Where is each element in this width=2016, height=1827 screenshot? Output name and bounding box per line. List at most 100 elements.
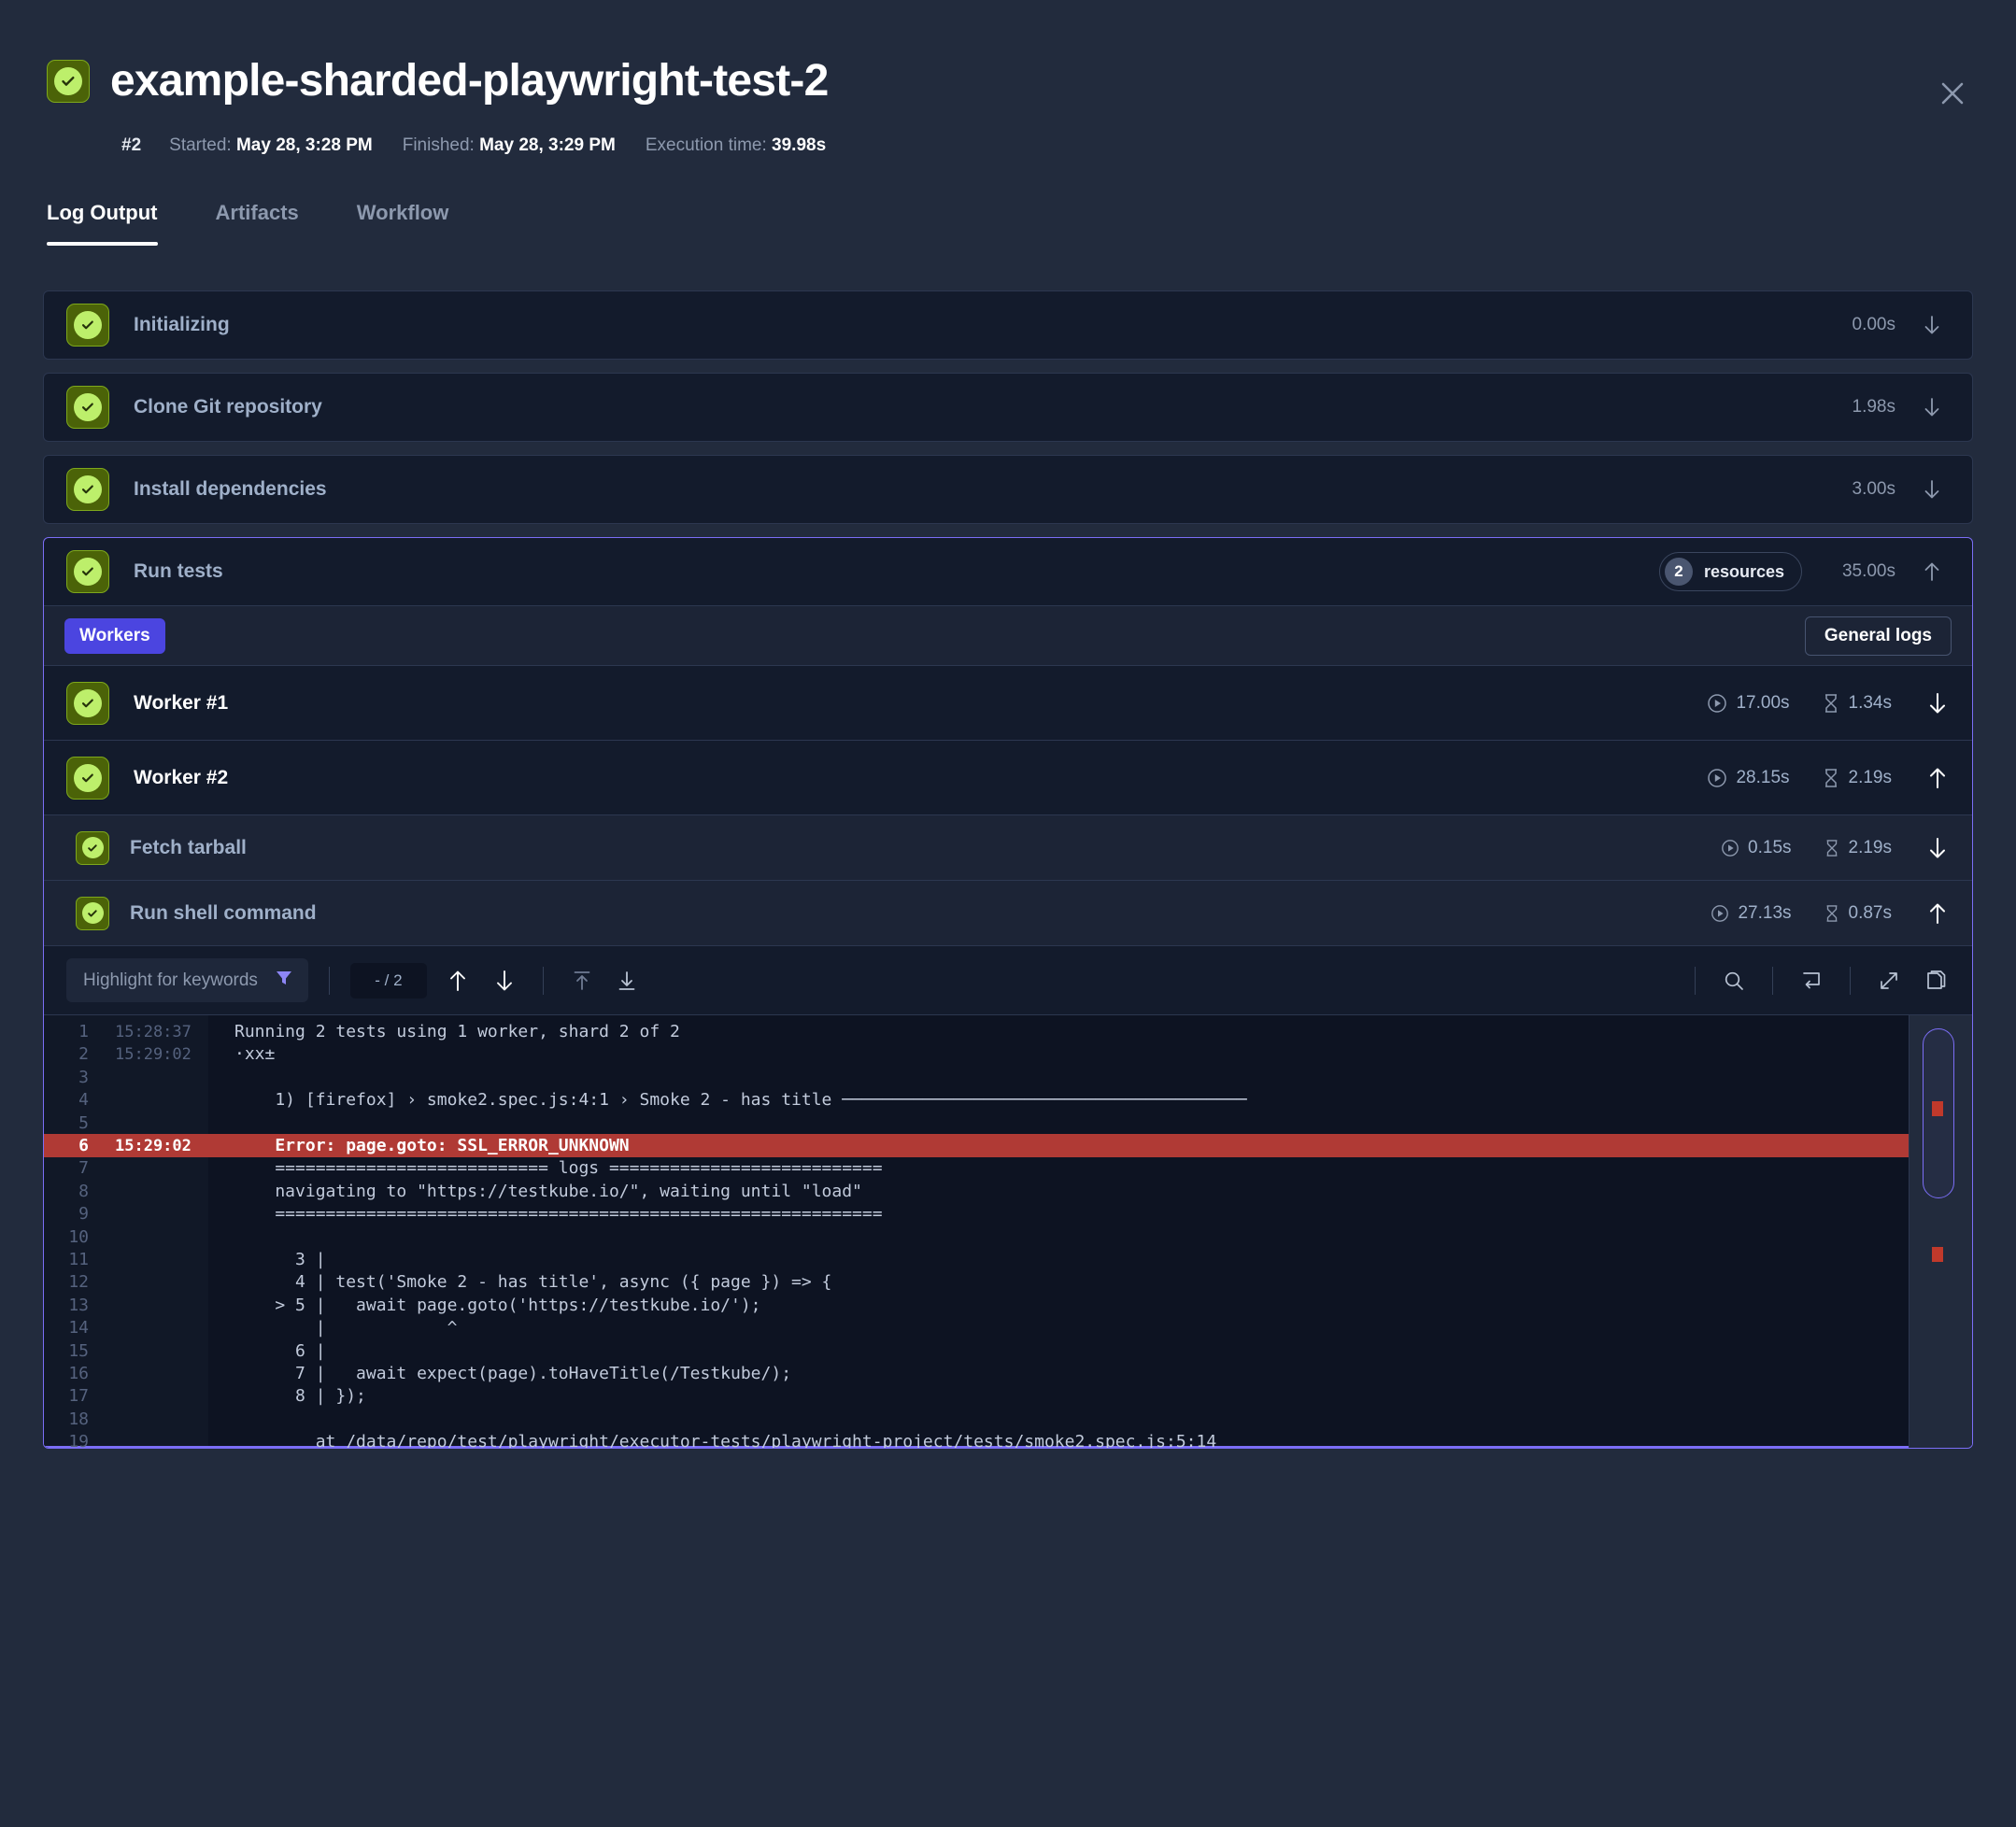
run-number: #2 bbox=[121, 135, 142, 156]
page-title: example-sharded-playwright-test-2 bbox=[110, 56, 829, 106]
log-toolbar-right bbox=[1674, 963, 1953, 998]
started-meta: Started: May 28, 3:28 PM bbox=[169, 136, 373, 154]
chevron-down-icon[interactable] bbox=[1920, 479, 1944, 500]
substep-queue-time-value: 2.19s bbox=[1848, 837, 1892, 857]
copy-icon[interactable] bbox=[1918, 963, 1953, 998]
worker-subrow-fetch-tarball[interactable]: Fetch tarball 0.15s 2.19s bbox=[44, 814, 1972, 881]
general-logs-button[interactable]: General logs bbox=[1804, 616, 1952, 656]
log-error-marker[interactable] bbox=[1932, 1101, 1943, 1117]
step-meta: 0.00s bbox=[1826, 315, 1944, 335]
substep-run-time-value: 27.13s bbox=[1738, 902, 1792, 923]
step-duration: 1.98s bbox=[1852, 397, 1895, 418]
log-scrollbar[interactable] bbox=[1909, 1015, 1972, 1449]
substep-run-time: 27.13s bbox=[1711, 902, 1792, 924]
log-line-timestamp: 15:28:37 bbox=[115, 1022, 192, 1041]
close-icon[interactable] bbox=[1932, 73, 1973, 114]
run-header: example-sharded-playwright-test-2 #2 Sta… bbox=[0, 0, 2016, 154]
log-line-text: 7 | await expect(page).toHaveTitle(/Test… bbox=[234, 1363, 792, 1383]
chevron-up-icon[interactable] bbox=[1920, 561, 1944, 582]
execution-time-value: 39.98s bbox=[772, 135, 827, 156]
worker-run-time-value: 28.15s bbox=[1736, 767, 1790, 787]
step-clone-git-repository[interactable]: Clone Git repository 1.98s bbox=[43, 373, 1973, 443]
log-line: 11 3 | bbox=[44, 1248, 1972, 1270]
log-line: 13 > 5 | await page.goto('https://testku… bbox=[44, 1294, 1972, 1316]
resources-badge[interactable]: 2 resources bbox=[1658, 552, 1802, 592]
worker-run-time: 28.15s bbox=[1707, 767, 1790, 788]
substep-run-time-value: 0.15s bbox=[1748, 837, 1792, 857]
substep-metrics: 0.15s 2.19s bbox=[1721, 838, 1892, 858]
search-icon[interactable] bbox=[1716, 963, 1752, 998]
check-circle-icon bbox=[54, 67, 82, 96]
step-header[interactable]: Run tests 2 resources 35.00s bbox=[44, 538, 1972, 605]
log-error-marker[interactable] bbox=[1932, 1247, 1943, 1263]
log-line: 18 bbox=[44, 1408, 1972, 1430]
step-header[interactable]: Install dependencies 3.00s bbox=[44, 456, 1972, 523]
log-toolbar-left: Highlight for keywords - / 2 bbox=[66, 958, 645, 1003]
toolbar-divider bbox=[1772, 966, 1773, 995]
log-line: 2 15:29:02 ·xx± bbox=[44, 1043, 1972, 1066]
log-line-text: Running 2 tests using 1 worker, shard 2 … bbox=[234, 1022, 680, 1042]
highlight-keywords-input[interactable]: Highlight for keywords bbox=[66, 958, 308, 1003]
step-status-icon bbox=[66, 550, 109, 594]
tab-log-output[interactable]: Log Output bbox=[47, 201, 158, 247]
arrow-up-icon[interactable] bbox=[440, 963, 476, 998]
log-line-number: 11 bbox=[68, 1249, 89, 1269]
step-meta: 2 resources 35.00s bbox=[1658, 552, 1944, 592]
worker-metrics: 28.15s 2.19s bbox=[1707, 768, 1892, 788]
step-initializing[interactable]: Initializing 0.00s bbox=[43, 290, 1973, 361]
log-line-text: navigating to "https://testkube.io/", wa… bbox=[234, 1181, 862, 1201]
hourglass-icon bbox=[1824, 694, 1837, 713]
expand-fullscreen-icon[interactable] bbox=[1871, 963, 1907, 998]
log-toolbar: Highlight for keywords - / 2 bbox=[44, 945, 1972, 1015]
toolbar-divider bbox=[1850, 966, 1851, 995]
started-label: Started: bbox=[169, 135, 232, 156]
scroll-to-bottom-icon[interactable] bbox=[609, 963, 645, 998]
log-line-number: 16 bbox=[68, 1363, 89, 1383]
log-line: 16 7 | await expect(page).toHaveTitle(/T… bbox=[44, 1362, 1972, 1384]
workers-pill[interactable]: Workers bbox=[64, 617, 165, 654]
step-header[interactable]: Initializing 0.00s bbox=[44, 291, 1972, 359]
log-line-number: 18 bbox=[68, 1409, 89, 1429]
check-circle-icon bbox=[74, 393, 102, 422]
log-line-text: 3 | bbox=[234, 1249, 326, 1269]
arrow-down-icon[interactable] bbox=[487, 963, 522, 998]
log-line: 19 at /data/repo/test/playwright/executo… bbox=[44, 1430, 1972, 1448]
chevron-down-icon[interactable] bbox=[1924, 692, 1952, 715]
chevron-down-icon[interactable] bbox=[1920, 397, 1944, 418]
worker-status-icon bbox=[66, 681, 109, 725]
chevron-down-icon[interactable] bbox=[1924, 837, 1952, 859]
match-counter[interactable]: - / 2 bbox=[349, 962, 427, 998]
step-duration: 35.00s bbox=[1841, 561, 1895, 582]
play-circle-icon bbox=[1708, 769, 1727, 787]
chevron-up-icon[interactable] bbox=[1924, 902, 1952, 925]
step-run-tests[interactable]: Run tests 2 resources 35.00s Workers Gen… bbox=[43, 537, 1973, 1450]
chevron-up-icon[interactable] bbox=[1924, 767, 1952, 789]
worker-subrow-run-shell-command[interactable]: Run shell command 27.13s 0.87s bbox=[44, 880, 1972, 946]
log-line-number: 17 bbox=[68, 1386, 89, 1407]
substep-queue-time-value: 0.87s bbox=[1848, 902, 1892, 923]
worker-metrics: 17.00s 1.34s bbox=[1707, 693, 1892, 714]
step-status-icon bbox=[66, 304, 109, 347]
scroll-to-top-icon[interactable] bbox=[564, 963, 600, 998]
step-install-dependencies[interactable]: Install dependencies 3.00s bbox=[43, 455, 1973, 525]
check-circle-icon bbox=[74, 311, 102, 340]
chevron-down-icon[interactable] bbox=[1920, 315, 1944, 335]
hourglass-icon bbox=[1824, 769, 1837, 787]
wrap-lines-icon[interactable] bbox=[1794, 963, 1829, 998]
step-label: Initializing bbox=[134, 314, 230, 336]
log-line: 14 | ^ bbox=[44, 1316, 1972, 1338]
step-header[interactable]: Clone Git repository 1.98s bbox=[44, 374, 1972, 441]
tab-artifacts[interactable]: Artifacts bbox=[216, 201, 299, 246]
worker-row-2[interactable]: Worker #2 28.15s 2.19s bbox=[44, 740, 1972, 815]
log-line-text: > 5 | await page.goto('https://testkube.… bbox=[234, 1295, 761, 1315]
check-circle-icon bbox=[74, 763, 102, 792]
worker-status-icon bbox=[66, 756, 109, 800]
filter-icon[interactable] bbox=[275, 969, 293, 992]
log-lines: 1 15:28:37 Running 2 tests using 1 worker,… bbox=[44, 1015, 1972, 1448]
log-line-number: 5 bbox=[78, 1112, 89, 1133]
tab-workflow[interactable]: Workflow bbox=[357, 201, 449, 246]
worker-queue-time: 2.19s bbox=[1822, 768, 1892, 788]
step-label: Install dependencies bbox=[134, 478, 327, 501]
log-line-text: Error: page.goto: SSL_ERROR_UNKNOWN bbox=[234, 1136, 630, 1156]
worker-row-1[interactable]: Worker #1 17.00s 1.34s bbox=[44, 665, 1972, 741]
